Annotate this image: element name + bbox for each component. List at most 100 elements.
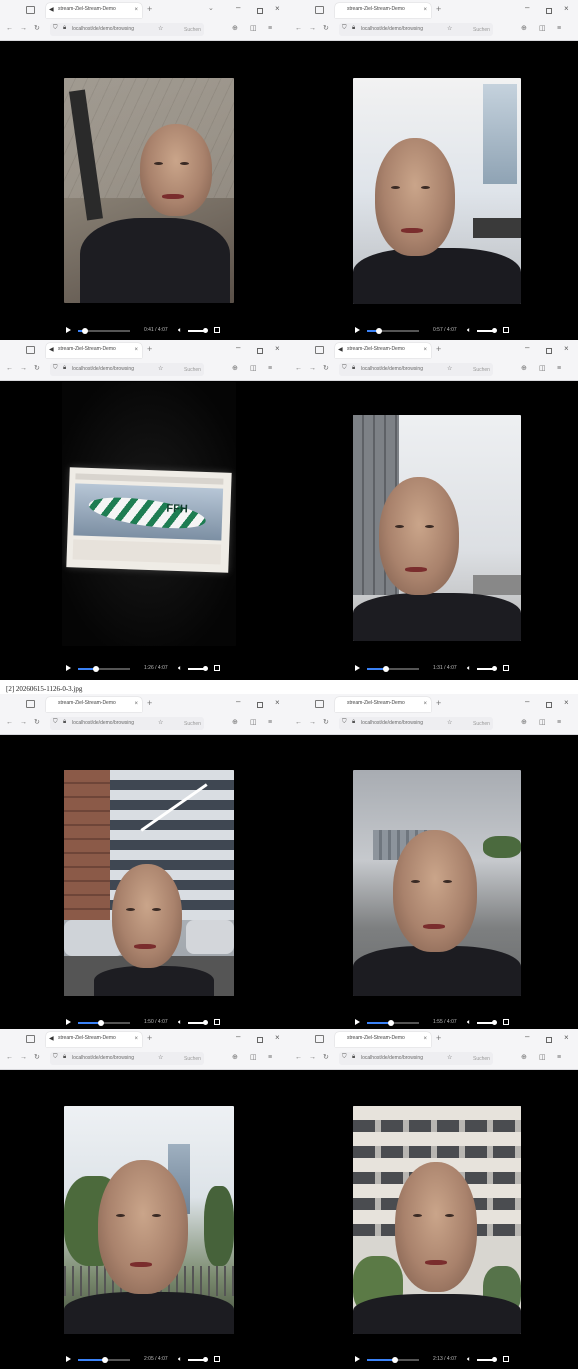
volume-icon[interactable]: 🔈︎ (467, 326, 471, 335)
new-tab-icon[interactable]: + (147, 698, 152, 708)
browser-tab-active[interactable]: stream-Ziel-Stream-Demo × (335, 697, 431, 712)
tab-overview-icon[interactable] (315, 700, 324, 708)
pocket-icon[interactable]: ◫ (539, 24, 546, 33)
menu-icon[interactable]: ≡ (557, 364, 561, 373)
progress-track[interactable] (367, 666, 419, 672)
shield-icon[interactable]: ⛉ (53, 365, 58, 372)
search-field[interactable]: Suchen (473, 720, 490, 729)
reload-icon[interactable]: ↻ (323, 364, 329, 373)
reload-icon[interactable]: ↻ (323, 1053, 329, 1062)
pocket-icon[interactable]: ◫ (539, 1053, 546, 1062)
speaker-icon[interactable]: ◀ (49, 1036, 54, 1043)
extensions-icon[interactable]: ⊕ (521, 718, 527, 727)
maximize-icon[interactable] (546, 348, 552, 354)
address-bar[interactable]: ⛉ 🔒︎ localhost/de/demo/browsing ☆ (339, 1052, 493, 1065)
close-window-icon[interactable]: × (564, 4, 569, 13)
close-tab-icon[interactable]: × (134, 346, 138, 354)
close-window-icon[interactable]: × (275, 1033, 280, 1042)
shield-icon[interactable]: ⛉ (342, 365, 347, 372)
extensions-icon[interactable]: ⊕ (521, 24, 527, 33)
bookmark-star-icon[interactable]: ☆ (158, 25, 163, 32)
address-bar[interactable]: ⛉ 🔒︎ localhost/de/demo/browsing ☆ (50, 717, 204, 730)
close-window-icon[interactable]: × (564, 698, 569, 707)
forward-icon[interactable]: → (309, 364, 316, 373)
extensions-icon[interactable]: ⊕ (521, 1053, 527, 1062)
progress-track[interactable] (367, 328, 419, 334)
browser-tab-active[interactable]: ◀ stream-Ziel-Stream-Demo × (335, 343, 431, 358)
close-window-icon[interactable]: × (275, 4, 280, 13)
bookmark-star-icon[interactable]: ☆ (158, 365, 163, 372)
browser-tab-active[interactable]: ◀ stream-Ziel-Stream-Demo × (46, 1032, 142, 1047)
reload-icon[interactable]: ↻ (323, 718, 329, 727)
volume-slider[interactable] (477, 1359, 493, 1361)
minimize-icon[interactable]: – (236, 3, 240, 12)
lock-icon[interactable]: 🔒︎ (63, 365, 66, 372)
menu-icon[interactable]: ≡ (557, 1053, 561, 1062)
video-frame[interactable] (353, 78, 521, 304)
fullscreen-icon[interactable] (503, 1356, 509, 1362)
maximize-icon[interactable] (257, 348, 263, 354)
minimize-icon[interactable]: – (236, 697, 240, 706)
video-frame[interactable] (64, 78, 234, 303)
forward-icon[interactable]: → (309, 1053, 316, 1062)
speaker-icon[interactable]: ◀ (338, 347, 343, 354)
volume-icon[interactable]: 🔈︎ (467, 1018, 471, 1027)
video-frame[interactable]: FFH (62, 382, 236, 646)
bookmark-star-icon[interactable]: ☆ (447, 365, 452, 372)
search-field[interactable]: Suchen (473, 26, 490, 35)
lock-icon[interactable]: 🔒︎ (352, 719, 355, 726)
new-tab-icon[interactable]: + (436, 344, 441, 354)
volume-icon[interactable]: 🔈︎ (178, 326, 182, 335)
extensions-icon[interactable]: ⊕ (232, 364, 238, 373)
volume-icon[interactable]: 🔈︎ (467, 1355, 471, 1364)
new-tab-icon[interactable]: + (147, 344, 152, 354)
play-icon[interactable] (66, 327, 71, 333)
browser-tab-active[interactable]: stream-Ziel-Stream-Demo × (46, 697, 142, 712)
close-window-icon[interactable]: × (564, 1033, 569, 1042)
pocket-icon[interactable]: ◫ (250, 1053, 257, 1062)
browser-tab-active[interactable]: ◀ stream-Ziel-Stream-Demo × (46, 343, 142, 358)
reload-icon[interactable]: ↻ (34, 364, 40, 373)
volume-slider[interactable] (477, 668, 493, 670)
reload-icon[interactable]: ↻ (323, 24, 329, 33)
tab-overview-icon[interactable] (315, 1035, 324, 1043)
video-frame[interactable] (353, 1106, 521, 1334)
fullscreen-icon[interactable] (503, 1019, 509, 1025)
search-field[interactable]: Suchen (473, 366, 490, 375)
close-tab-icon[interactable]: × (134, 700, 138, 708)
play-icon[interactable] (355, 665, 360, 671)
lock-icon[interactable]: 🔒︎ (63, 719, 66, 726)
close-window-icon[interactable]: × (275, 698, 280, 707)
video-frame[interactable] (64, 770, 234, 996)
fullscreen-icon[interactable] (503, 327, 509, 333)
forward-icon[interactable]: → (309, 24, 316, 33)
lock-icon[interactable]: 🔒︎ (63, 1054, 66, 1061)
progress-track[interactable] (78, 1357, 130, 1363)
play-icon[interactable] (355, 1019, 360, 1025)
shield-icon[interactable]: ⛉ (342, 719, 347, 726)
close-tab-icon[interactable]: × (423, 346, 427, 354)
minimize-icon[interactable]: – (236, 343, 240, 352)
extensions-icon[interactable]: ⊕ (521, 364, 527, 373)
volume-icon[interactable]: 🔈︎ (178, 1018, 182, 1027)
forward-icon[interactable]: → (20, 718, 27, 727)
volume-icon[interactable]: 🔈︎ (178, 1355, 182, 1364)
back-icon[interactable]: ← (295, 718, 302, 727)
menu-icon[interactable]: ≡ (268, 718, 272, 727)
reload-icon[interactable]: ↻ (34, 1053, 40, 1062)
maximize-icon[interactable] (546, 8, 552, 14)
progress-track[interactable] (78, 1020, 130, 1026)
extensions-icon[interactable]: ⊕ (232, 1053, 238, 1062)
back-icon[interactable]: ← (6, 364, 13, 373)
back-icon[interactable]: ← (295, 24, 302, 33)
tab-overview-icon[interactable] (26, 346, 35, 354)
speaker-icon[interactable]: ◀ (49, 347, 54, 354)
close-window-icon[interactable]: × (275, 344, 280, 353)
minimize-icon[interactable]: – (525, 3, 529, 12)
tab-overview-icon[interactable] (26, 700, 35, 708)
minimize-icon[interactable]: – (525, 697, 529, 706)
search-field[interactable]: Suchen (473, 1055, 490, 1064)
new-tab-icon[interactable]: + (436, 1033, 441, 1043)
address-bar[interactable]: ⛉ 🔒︎ localhost/de/demo/browsing ☆ (50, 1052, 204, 1065)
fullscreen-icon[interactable] (214, 1356, 220, 1362)
